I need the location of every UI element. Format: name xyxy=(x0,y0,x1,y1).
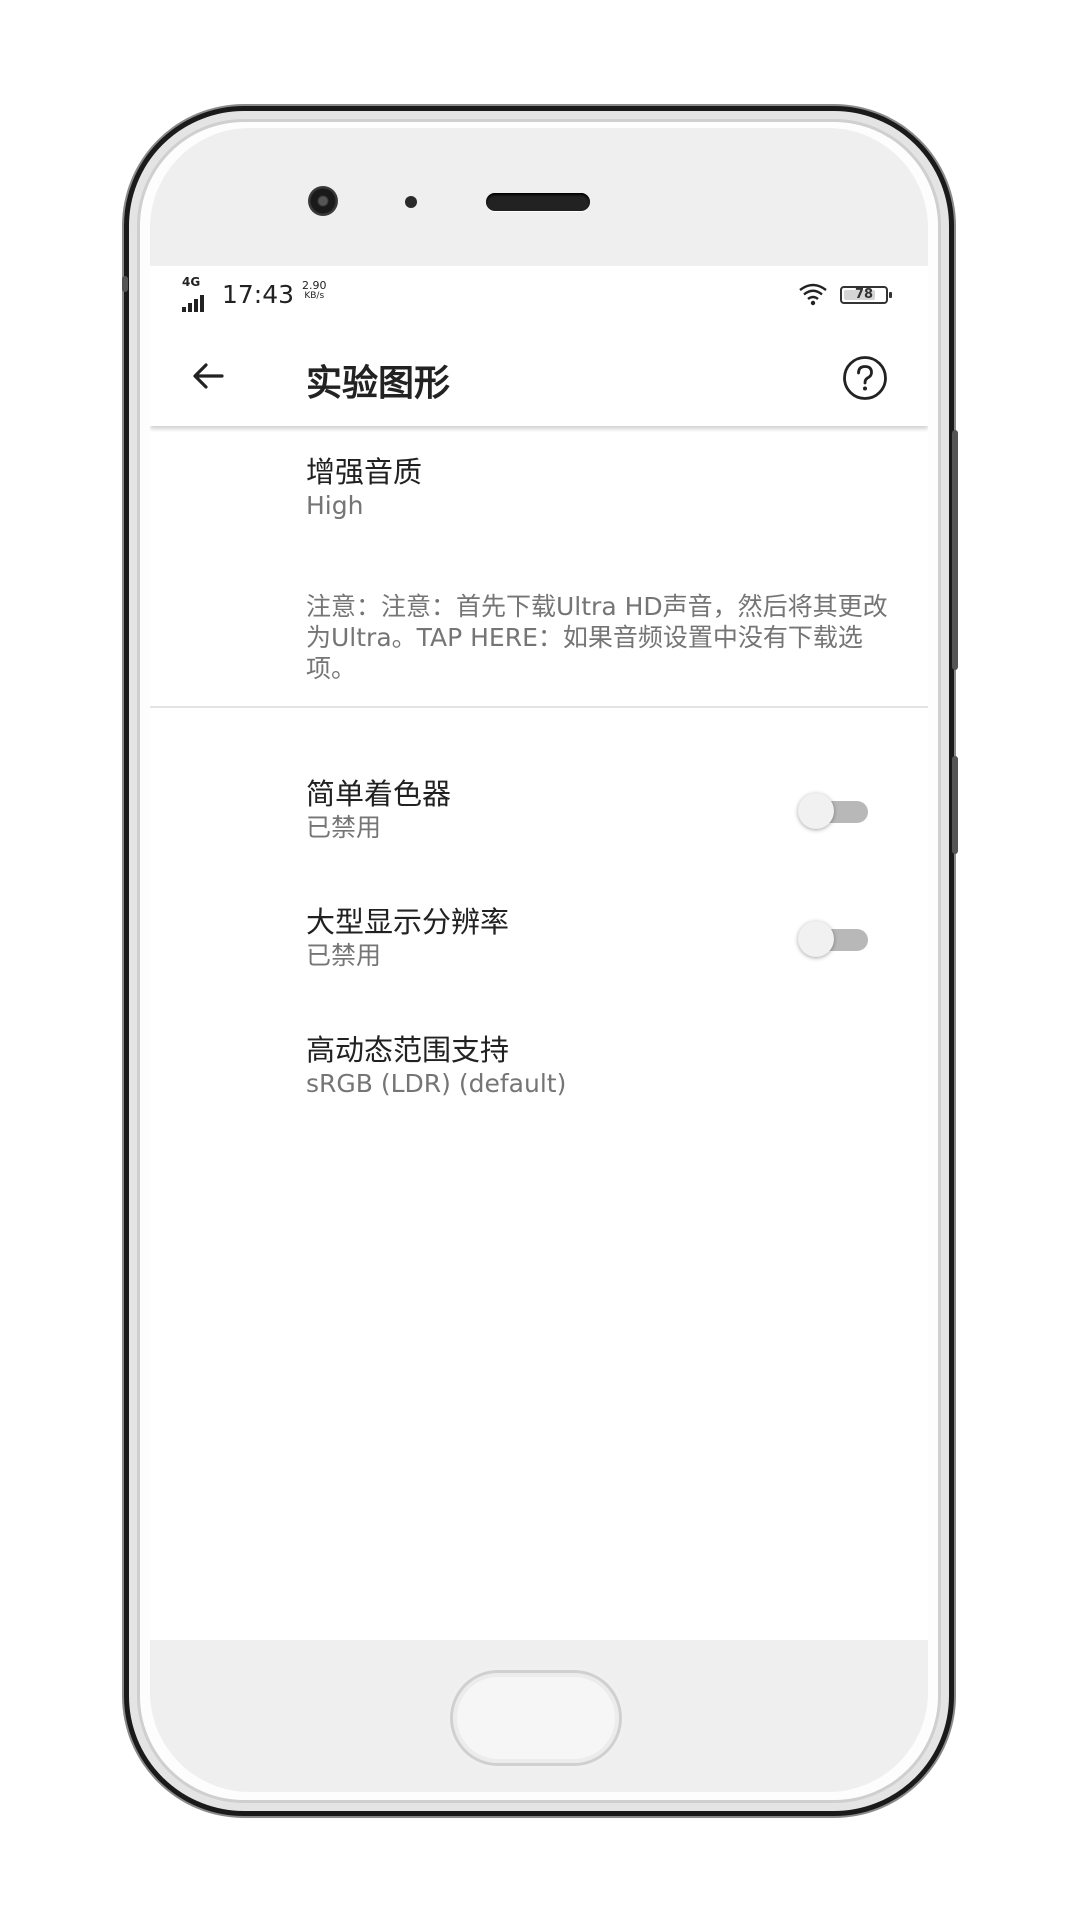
wifi-icon xyxy=(799,283,827,306)
arrow-left-icon[interactable] xyxy=(184,352,232,400)
power-key xyxy=(952,756,958,854)
large-display-toggle[interactable] xyxy=(798,918,870,958)
pref-title: 大型显示分辨率 xyxy=(306,905,510,939)
simple-shader-toggle[interactable] xyxy=(798,790,870,830)
battery-icon: 78 xyxy=(840,286,892,304)
network-type: 4G xyxy=(182,275,201,289)
volume-key xyxy=(952,430,958,670)
help-circle-icon[interactable] xyxy=(842,355,888,401)
pref-summary: sRGB (LDR) (default) xyxy=(306,1069,567,1098)
pref-summary: High xyxy=(306,491,364,520)
battery-level: 78 xyxy=(854,287,874,302)
pref-audio-quality[interactable]: 增强音质 High xyxy=(306,454,866,522)
divider xyxy=(150,706,928,708)
proximity-sensor xyxy=(405,196,417,208)
pref-large-display[interactable]: 大型显示分辨率 已禁用 xyxy=(306,904,866,972)
status-time: 17:43 xyxy=(222,280,295,309)
app-bar: 实验图形 xyxy=(150,326,928,426)
pref-summary: 已禁用 xyxy=(306,941,382,970)
speed-value: 2.90 xyxy=(302,279,327,292)
home-button[interactable] xyxy=(450,1670,622,1766)
signal-icon: 4G xyxy=(182,275,212,312)
pref-simple-shader[interactable]: 简单着色器 已禁用 xyxy=(306,776,866,844)
pref-title: 高动态范围支持 xyxy=(306,1033,510,1067)
audio-note[interactable]: 注意：注意：首先下载Ultra HD声音，然后将其更改为Ultra。TAP HE… xyxy=(306,591,906,684)
side-notch xyxy=(122,276,128,292)
speed-unit: KB/s xyxy=(304,291,325,301)
pref-title: 简单着色器 xyxy=(306,777,452,811)
pref-title: 增强音质 xyxy=(306,455,423,489)
pref-summary: 已禁用 xyxy=(306,813,382,842)
status-bar: 4G 17:43 2.90 KB/s 78 xyxy=(150,266,928,326)
pref-hdr-support[interactable]: 高动态范围支持 sRGB (LDR) (default) xyxy=(306,1032,866,1100)
page-title: 实验图形 xyxy=(306,363,451,404)
screen: 4G 17:43 2.90 KB/s 78 实验图形 增强音质 High 注意：… xyxy=(150,266,928,1640)
earpiece-speaker xyxy=(486,193,590,211)
front-camera xyxy=(308,186,338,216)
network-speed: 2.90 KB/s xyxy=(302,280,327,302)
